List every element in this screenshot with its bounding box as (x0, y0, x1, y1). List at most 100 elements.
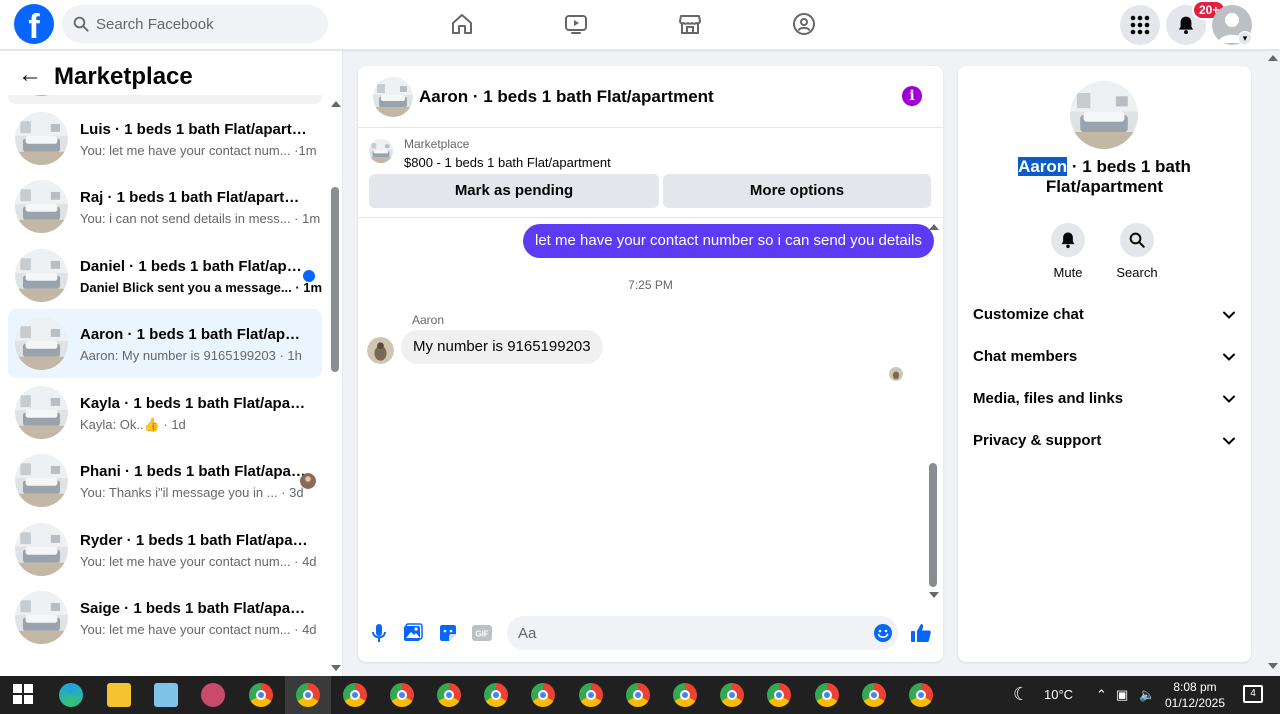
chrome-browser-icon[interactable] (579, 683, 603, 707)
chevron-down-icon[interactable]: ▾ (1238, 31, 1252, 45)
chrome-browser-icon[interactable] (909, 683, 933, 707)
chrome-browser-icon[interactable] (720, 683, 744, 707)
chevron-down-icon (1223, 437, 1235, 445)
photo-icon[interactable] (402, 622, 424, 644)
menu-grid-icon[interactable] (1120, 5, 1160, 45)
chevron-down-icon (1223, 353, 1235, 361)
weather-temperature[interactable]: 10°C (1044, 687, 1073, 702)
details-section-row[interactable]: Media, files and links (973, 384, 1236, 414)
back-arrow-icon[interactable]: ← (18, 63, 42, 87)
video-icon[interactable] (561, 10, 591, 38)
clock-date: 01/12/2025 (1164, 696, 1226, 710)
marketplace-icon[interactable] (675, 10, 705, 38)
outgoing-message: let me have your contact number so i can… (523, 224, 934, 258)
chrome-browser-icon[interactable] (249, 683, 273, 707)
conversation-name: Luis · 1 beds 1 bath Flat/apartment (80, 120, 308, 138)
page-scroll-down-arrow[interactable] (1268, 663, 1278, 669)
conversation-item[interactable]: Ryder · 1 beds 1 bath Flat/apart... You: … (8, 515, 322, 584)
message-input[interactable] (507, 616, 898, 650)
details-section-row[interactable]: Privacy & support (973, 426, 1236, 456)
details-section-label: Customize chat (973, 306, 1084, 323)
taskbar-clock[interactable]: 8:08 pm 01/12/2025 (1160, 679, 1230, 711)
file-explorer-icon[interactable] (107, 683, 131, 707)
chat-details-panel: Aaron · 1 beds 1 bath Flat/apartment Mut… (958, 66, 1251, 662)
conversation-thumbnail (15, 180, 68, 233)
details-section-label: Privacy & support (973, 432, 1102, 449)
chat-avatar[interactable] (373, 77, 413, 117)
conversation-item[interactable]: Daniel · 1 beds 1 bath Flat/apar... Danie… (8, 241, 322, 310)
chevron-down-icon (1223, 395, 1235, 403)
details-avatar[interactable] (1070, 81, 1138, 149)
chevron-up-icon[interactable]: ⌃ (1096, 687, 1107, 703)
chrome-browser-icon[interactable] (296, 683, 320, 707)
chat-header: Aaron · 1 beds 1 bath Flat/apartment i (358, 66, 943, 128)
mark-as-pending-button[interactable]: Mark as pending (369, 174, 659, 208)
page-scroll-up-arrow[interactable] (1268, 55, 1278, 61)
info-icon[interactable]: i (902, 86, 922, 106)
groups-icon[interactable] (789, 10, 819, 38)
chrome-browser-icon[interactable] (673, 683, 697, 707)
chrome-browser-icon[interactable] (343, 683, 367, 707)
chevron-down-icon (1223, 311, 1235, 319)
details-title: Aaron · 1 beds 1 bath Flat/apartment (978, 157, 1231, 197)
conversation-preview: You: Thanks i"il message you in ... · 3d (80, 485, 304, 500)
sender-avatar[interactable] (367, 337, 394, 364)
conversation-item[interactable]: Phani · 1 beds 1 bath Flat/apar... You: T… (8, 446, 322, 515)
scroll-up-arrow[interactable] (331, 101, 341, 107)
search-input[interactable] (96, 15, 316, 33)
bell-icon (1061, 232, 1075, 249)
conversation-item[interactable]: Luis · 1 beds 1 bath Flat/apartment You: … (8, 104, 322, 173)
conversation-item[interactable]: Kayla · 1 beds 1 bath Flat/apartm... Kayl… (8, 378, 322, 447)
more-options-button[interactable]: More options (663, 174, 931, 208)
notes-app-icon[interactable] (154, 683, 178, 707)
like-icon[interactable] (910, 622, 932, 644)
chat-scrollbar[interactable] (929, 463, 937, 587)
conversation-name: Ryder · 1 beds 1 bath Flat/apart... (80, 531, 308, 549)
details-section-row[interactable]: Chat members (973, 342, 1236, 372)
conversation-item[interactable]: Aaron · 1 beds 1 bath Flat/apart... Aaron… (8, 309, 322, 378)
conversation-list: Paloma · 1 beds 1 bath Flat/apartmentYou… (0, 51, 330, 652)
conversation-name: Daniel · 1 beds 1 bath Flat/apar... (80, 257, 308, 275)
chrome-browser-icon[interactable] (767, 683, 791, 707)
chrome-browser-icon[interactable] (390, 683, 414, 707)
conversation-thumbnail (15, 385, 68, 439)
sticker-icon[interactable] (437, 622, 459, 644)
moon-weather-icon: ☾ (1013, 684, 1030, 704)
listing-price[interactable]: $800 - 1 beds 1 bath Flat/apartment (404, 155, 611, 170)
conversation-preview: You: let me have your contact num... ·1m (80, 142, 317, 158)
edge-browser-icon[interactable] (59, 683, 83, 707)
home-icon[interactable] (447, 10, 477, 38)
windows-start-icon[interactable] (12, 683, 36, 707)
chrome-browser-icon[interactable] (484, 683, 508, 707)
listing-thumbnail[interactable] (369, 139, 393, 163)
chat-scroll-up-arrow[interactable] (929, 224, 939, 230)
search-in-chat-button[interactable]: Search (1107, 223, 1167, 280)
chrome-browser-icon[interactable] (626, 683, 650, 707)
chrome-browser-icon[interactable] (815, 683, 839, 707)
mute-button[interactable]: Mute (1038, 223, 1098, 280)
emoji-icon[interactable] (872, 622, 894, 644)
network-icon[interactable]: ▣ (1116, 687, 1128, 703)
chrome-browser-icon[interactable] (531, 683, 555, 707)
page-title: Marketplace (54, 63, 193, 90)
chrome-browser-icon[interactable] (862, 683, 886, 707)
paint-app-icon[interactable] (201, 683, 225, 707)
chat-title[interactable]: Aaron · 1 beds 1 bath Flat/apartment (419, 87, 714, 107)
microphone-icon[interactable] (368, 622, 390, 644)
conversation-preview: Daniel Blick sent you a message... · 1m (80, 279, 323, 295)
conversation-item[interactable]: Saige · 1 beds 1 bath Flat/apart... You: … (8, 583, 322, 652)
gif-icon[interactable]: GIF (471, 622, 493, 644)
conversation-thumbnail (15, 591, 68, 644)
scroll-down-arrow[interactable] (331, 665, 341, 671)
clock-time: 8:08 pm (1173, 680, 1217, 694)
sidebar-scrollbar[interactable] (331, 187, 339, 372)
details-section-row[interactable]: Customize chat (973, 300, 1236, 330)
chat-scroll-down-arrow[interactable] (929, 592, 939, 598)
volume-icon[interactable]: 🔈 (1139, 687, 1155, 703)
page-scrollbar[interactable] (1266, 51, 1280, 676)
facebook-logo[interactable]: f (14, 4, 54, 44)
chrome-browser-icon[interactable] (437, 683, 461, 707)
conversation-item[interactable]: Raj · 1 beds 1 bath Flat/apartment You: i… (8, 172, 322, 241)
notification-center-icon[interactable]: 4 (1243, 685, 1263, 703)
search-box[interactable] (62, 5, 328, 43)
